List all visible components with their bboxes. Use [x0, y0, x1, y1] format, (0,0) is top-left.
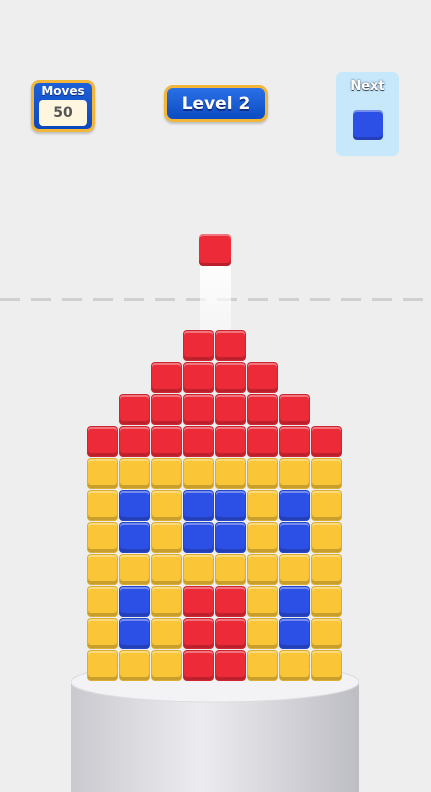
yellow-block [151, 522, 182, 553]
yellow-block [311, 490, 342, 521]
red-block [311, 426, 342, 457]
yellow-block [247, 618, 278, 649]
yellow-block [311, 618, 342, 649]
yellow-block [247, 522, 278, 553]
yellow-block [247, 650, 278, 681]
red-block [215, 394, 246, 425]
yellow-block [87, 458, 118, 489]
red-block [183, 618, 214, 649]
red-block [215, 650, 246, 681]
red-block [183, 362, 214, 393]
yellow-block [311, 650, 342, 681]
blue-block [279, 490, 310, 521]
red-block [183, 650, 214, 681]
blue-block [279, 586, 310, 617]
blue-block [119, 586, 150, 617]
yellow-block [151, 618, 182, 649]
yellow-block [151, 586, 182, 617]
yellow-block [151, 554, 182, 585]
yellow-block [311, 458, 342, 489]
yellow-block [311, 522, 342, 553]
red-block [151, 426, 182, 457]
yellow-block [151, 490, 182, 521]
red-block [87, 426, 118, 457]
yellow-block [247, 554, 278, 585]
yellow-block [247, 490, 278, 521]
red-block [215, 586, 246, 617]
red-block [215, 362, 246, 393]
red-block [183, 426, 214, 457]
blue-block [215, 522, 246, 553]
blue-block [119, 522, 150, 553]
red-block [119, 426, 150, 457]
red-block [151, 362, 182, 393]
yellow-block [119, 554, 150, 585]
red-block [183, 586, 214, 617]
yellow-block [87, 522, 118, 553]
yellow-block [87, 618, 118, 649]
yellow-block [183, 458, 214, 489]
red-block [215, 330, 246, 361]
yellow-block [87, 554, 118, 585]
red-block [215, 618, 246, 649]
yellow-block [311, 554, 342, 585]
yellow-block [311, 586, 342, 617]
yellow-block [87, 490, 118, 521]
yellow-block [151, 458, 182, 489]
red-block [279, 426, 310, 457]
yellow-block [119, 650, 150, 681]
blue-block [183, 522, 214, 553]
block-structure [0, 0, 431, 767]
red-block [183, 330, 214, 361]
red-block [119, 394, 150, 425]
yellow-block [247, 458, 278, 489]
red-block [247, 362, 278, 393]
yellow-block [279, 458, 310, 489]
blue-block [119, 618, 150, 649]
yellow-block [247, 586, 278, 617]
yellow-block [279, 650, 310, 681]
blue-block [119, 490, 150, 521]
blue-block [215, 490, 246, 521]
yellow-block [151, 650, 182, 681]
red-block [215, 426, 246, 457]
yellow-block [119, 458, 150, 489]
yellow-block [215, 458, 246, 489]
yellow-block [87, 650, 118, 681]
yellow-block [215, 554, 246, 585]
yellow-block [183, 554, 214, 585]
red-block [279, 394, 310, 425]
yellow-block [87, 586, 118, 617]
red-block [151, 394, 182, 425]
red-block [247, 394, 278, 425]
yellow-block [279, 554, 310, 585]
blue-block [279, 522, 310, 553]
red-block [183, 394, 214, 425]
blue-block [279, 618, 310, 649]
blue-block [183, 490, 214, 521]
red-block [247, 426, 278, 457]
